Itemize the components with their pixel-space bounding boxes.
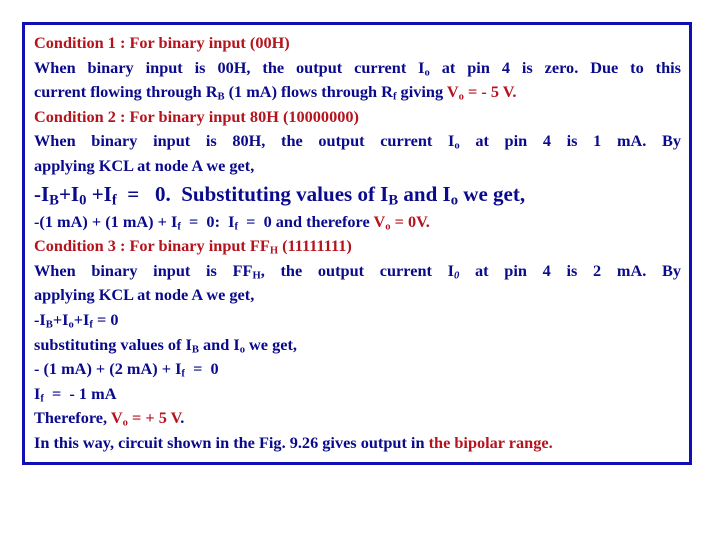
condition-3-calculation: - (1 mA) + (2 mA) + If = 0 [34, 357, 681, 382]
condition-3-line-2: applying KCL at node A we get, [34, 285, 255, 305]
condition-1-heading: Condition 1 : For binary input (00H) [34, 33, 290, 52]
text: When binary input is 00H, the output cur… [34, 57, 425, 77]
condition-3-heading: Condition 3 : For binary input FFH (1111… [34, 234, 681, 259]
text: , the output current I [260, 260, 454, 280]
subscript: B [388, 192, 399, 209]
conclusion-line: In this way, circuit shown in the Fig. 9… [34, 431, 681, 456]
text: giving [396, 82, 447, 102]
text: -I [34, 181, 50, 206]
condition-3-therefore: Therefore, Vo = + 5 V. [34, 406, 681, 431]
condition-2-line-2: applying KCL at node A we get, [34, 155, 255, 175]
subscript: H [252, 270, 261, 282]
text: = 0 and therefore [238, 211, 374, 231]
text: at pin 4 is 2 mA. By [459, 260, 681, 280]
bipolar-range-highlight: the bipolar range. [428, 432, 553, 452]
output-voltage-result: Vo = - 5 V. [446, 82, 517, 102]
text: (1 mA) flows through R [224, 82, 393, 102]
text: we get, [244, 334, 297, 354]
text: +I [58, 181, 80, 206]
text: substituting values of I [34, 334, 192, 354]
text: and I [198, 334, 240, 354]
text: In this way, circuit shown in the Fig. 9… [34, 432, 429, 452]
condition-2-line-1: When binary input is 80H, the output cur… [34, 129, 681, 154]
text: = + 5 V [127, 408, 181, 428]
text: current flowing through R [34, 82, 218, 102]
subscript: B [49, 192, 59, 209]
condition-3-if-result: If = - 1 mA [34, 382, 681, 407]
condition-1-line-2: current flowing through RB (1 mA) flows … [34, 80, 681, 105]
subscript: B [45, 319, 53, 331]
text: +I [86, 181, 112, 206]
subscript: B [217, 91, 225, 103]
condition-1-line-1: When binary input is 00H, the output cur… [34, 56, 681, 81]
text: at pin 4 is zero. Due to this [429, 57, 682, 77]
text: -I [34, 309, 46, 329]
text: (11111111) [278, 236, 352, 256]
text: = 0V. [390, 211, 430, 231]
condition-2-substitution: -(1 mA) + (1 mA) + If = 0: If = 0 and th… [34, 210, 681, 235]
text: +I [52, 309, 69, 329]
text: Therefore, [34, 408, 111, 428]
text: = 0: I [180, 211, 235, 231]
slide-content: Condition 1 : For binary input (00H) Whe… [34, 31, 681, 456]
text: V [373, 211, 386, 231]
text: Condition 3 : For binary input FF [34, 236, 270, 256]
text: = 0. Substituting values of I [116, 181, 389, 206]
text: - (1 mA) + (2 mA) + I [34, 359, 182, 379]
text: at pin 4 is 1 mA. By [459, 131, 681, 151]
text: +I [73, 309, 90, 329]
text: When binary input is 80H, the output cur… [34, 131, 455, 151]
text: V [446, 82, 459, 102]
subscript: H [269, 245, 279, 257]
subscript: B [191, 344, 199, 356]
condition-3-kcl-equation: -IB+Io+If = 0 [34, 308, 681, 333]
condition-2-kcl-equation: -IB+I0 +If = 0. Substituting values of I… [34, 180, 681, 209]
text: . [180, 408, 185, 428]
text: = - 5 V. [463, 82, 517, 102]
condition-3-substituting: substituting values of IB and Io we get, [34, 333, 681, 358]
text: and I [398, 181, 451, 206]
text: = 0 [184, 359, 219, 379]
text: we get, [458, 181, 526, 206]
output-voltage-result: Vo = + 5 V [110, 408, 181, 428]
subscript: o [450, 192, 459, 209]
text: When binary input is FF [34, 260, 253, 280]
text: = - 1 mA [43, 383, 117, 403]
slide-frame: Condition 1 : For binary input (00H) Whe… [22, 22, 692, 465]
text: -(1 mA) + (1 mA) + I [34, 211, 178, 231]
text: V [110, 408, 123, 428]
condition-2-heading: Condition 2 : For binary input 80H (1000… [34, 106, 359, 126]
condition-3-line-1: When binary input is FFH, the output cur… [34, 259, 681, 284]
text: = 0 [92, 309, 119, 329]
output-voltage-result: Vo = 0V. [373, 211, 430, 232]
